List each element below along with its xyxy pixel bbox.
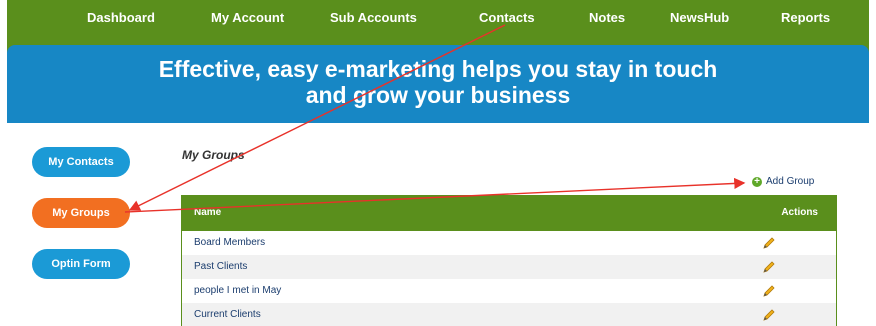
group-name-link[interactable]: Board Members: [194, 237, 265, 248]
add-group-link[interactable]: + Add Group: [752, 176, 814, 187]
table-header: Name Actions: [182, 196, 836, 231]
nav-dashboard[interactable]: Dashboard: [87, 10, 155, 25]
sidebar-item-label: Optin Form: [51, 258, 111, 270]
top-nav: Dashboard My Account Sub Accounts Contac…: [7, 0, 869, 40]
nav-newshub[interactable]: NewsHub: [670, 10, 729, 25]
nav-my-account[interactable]: My Account: [211, 10, 284, 25]
sidebar-item-optin-form[interactable]: Optin Form: [32, 249, 130, 279]
column-header-name: Name: [194, 207, 222, 218]
groups-table: Name Actions Board Members Past Clients …: [181, 195, 837, 326]
sidebar-item-label: My Groups: [52, 207, 110, 219]
pencil-icon[interactable]: [762, 308, 776, 322]
sidebar-item-my-contacts[interactable]: My Contacts: [32, 147, 130, 177]
main-content: My Contacts My Groups Optin Form My Grou…: [7, 123, 869, 326]
pencil-icon[interactable]: [762, 260, 776, 274]
group-name-link[interactable]: Past Clients: [194, 261, 247, 272]
column-header-actions: Actions: [781, 207, 818, 218]
table-row: Past Clients: [182, 255, 836, 279]
app-frame: Dashboard My Account Sub Accounts Contac…: [7, 0, 869, 326]
group-name-link[interactable]: Current Clients: [194, 309, 261, 320]
add-group-label: Add Group: [766, 176, 815, 187]
table-row: people I met in May: [182, 279, 836, 303]
sidebar-item-label: My Contacts: [48, 156, 114, 168]
table-row: Board Members: [182, 231, 836, 255]
sidebar-item-my-groups[interactable]: My Groups: [32, 198, 130, 228]
marketing-banner: Effective, easy e-marketing helps you st…: [7, 45, 869, 123]
nav-reports[interactable]: Reports: [781, 10, 830, 25]
plus-circle-icon: +: [752, 176, 762, 187]
table-row: Current Clients: [182, 303, 836, 326]
nav-sub-accounts[interactable]: Sub Accounts: [330, 10, 417, 25]
banner-line2: and grow your business: [305, 82, 571, 108]
group-name-link[interactable]: people I met in May: [194, 285, 281, 296]
nav-contacts[interactable]: Contacts: [479, 10, 535, 25]
banner-line1-bold: Effective, easy e-marketing: [158, 56, 456, 82]
banner-headline: Effective, easy e-marketing helps you st…: [7, 56, 869, 108]
banner-line1-rest: helps you stay in touch: [455, 56, 718, 82]
nav-notes[interactable]: Notes: [589, 10, 625, 25]
pencil-icon[interactable]: [762, 236, 776, 250]
pencil-icon[interactable]: [762, 284, 776, 298]
page-title: My Groups: [182, 148, 245, 162]
